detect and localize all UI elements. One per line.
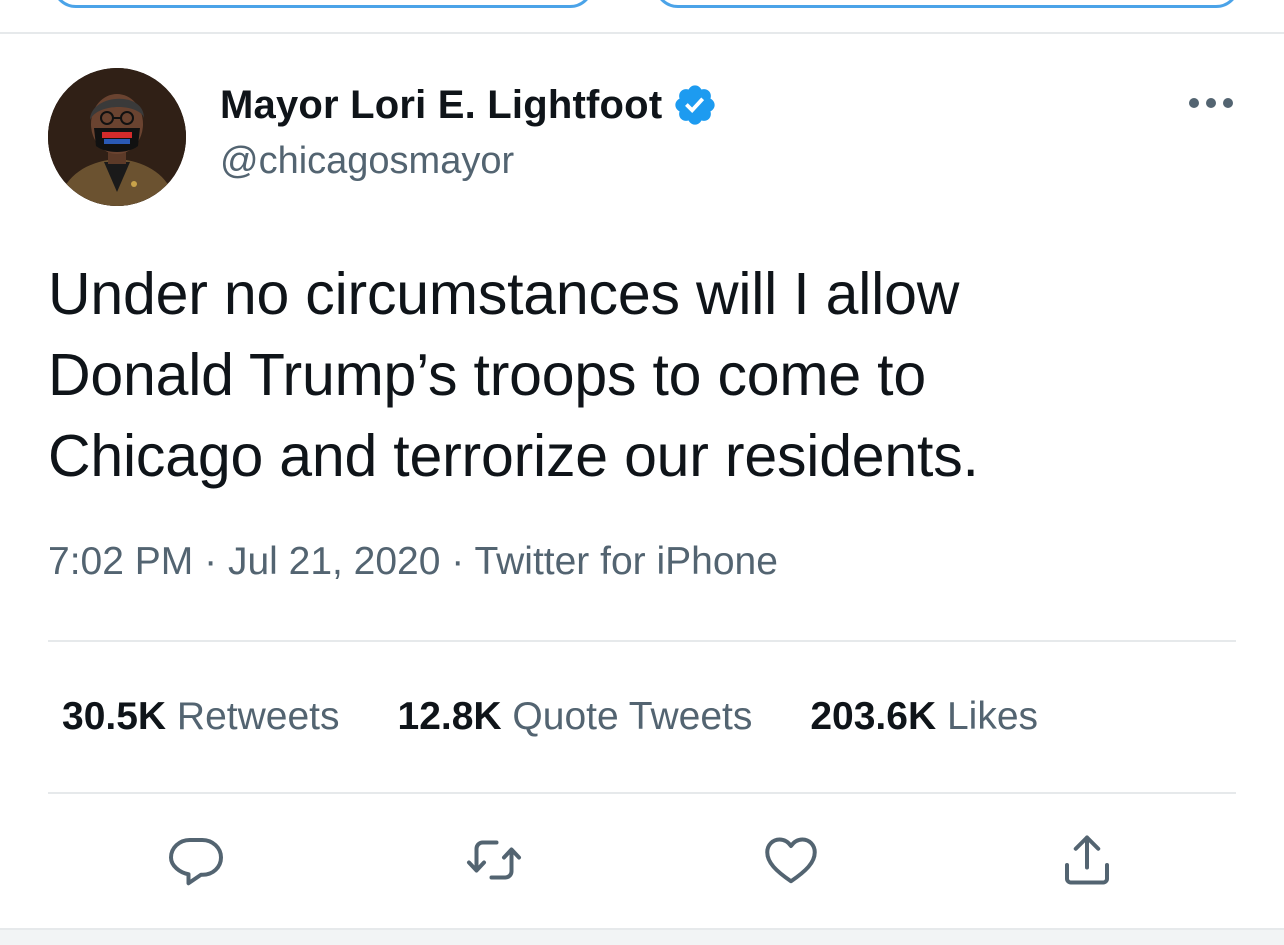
top-divider [0, 32, 1284, 34]
tweet-meta: 7:02 PM · Jul 21, 2020 · Twitter for iPh… [48, 540, 778, 584]
meta-separator: · [451, 540, 465, 583]
tweet-text-line: Under no circumstances will I allow [48, 261, 960, 327]
tweet-date[interactable]: Jul 21, 2020 [228, 540, 441, 583]
retweets-count: 30.5K [62, 695, 167, 738]
quote-tweets-stat[interactable]: 12.8K Quote Tweets [398, 695, 753, 739]
tweet-time[interactable]: 7:02 PM [48, 540, 193, 583]
retweet-button[interactable] [464, 830, 524, 890]
reply-button[interactable] [166, 830, 226, 890]
tweet-text-line: Donald Trump’s troops to come to [48, 342, 926, 408]
likes-stat[interactable]: 203.6K Likes [810, 695, 1038, 739]
likes-label: Likes [946, 695, 1039, 738]
retweet-icon [467, 840, 521, 880]
tweet-text-line: Chicago and terrorize our residents. [48, 423, 979, 489]
top-button-left[interactable] [52, 0, 594, 8]
author-display-name[interactable]: Mayor Lori E. Lightfoot [220, 83, 662, 128]
top-button-right[interactable] [654, 0, 1240, 8]
avatar[interactable] [48, 68, 186, 206]
heart-icon [765, 837, 817, 884]
tweet-stats: 30.5K Retweets 12.8K Quote Tweets 203.6K… [62, 692, 1096, 742]
tweet-source[interactable]: Twitter for iPhone [474, 540, 777, 583]
share-button[interactable] [1057, 830, 1117, 890]
avatar-photo [48, 68, 186, 206]
tweet-detail-page: Mayor Lori E. Lightfoot @chicagosmayor U… [0, 0, 1284, 945]
quote-tweets-label: Quote Tweets [512, 695, 753, 738]
likes-count: 203.6K [810, 695, 937, 738]
reply-icon [169, 838, 223, 886]
retweets-stat[interactable]: 30.5K Retweets [62, 695, 340, 739]
tweet-text: Under no circumstances will I allow Dona… [48, 254, 1228, 497]
verified-badge-icon [672, 82, 718, 128]
divider [48, 792, 1236, 794]
quote-tweets-count: 12.8K [397, 695, 502, 738]
meta-separator: · [204, 540, 218, 583]
author-handle[interactable]: @chicagosmayor [220, 140, 514, 183]
author-name-row[interactable]: Mayor Lori E. Lightfoot [220, 80, 718, 130]
like-button[interactable] [761, 830, 821, 890]
more-options-icon[interactable] [1188, 96, 1234, 110]
retweets-label: Retweets [176, 695, 340, 738]
share-icon [1065, 835, 1109, 885]
divider [48, 640, 1236, 642]
bottom-band [0, 928, 1284, 945]
